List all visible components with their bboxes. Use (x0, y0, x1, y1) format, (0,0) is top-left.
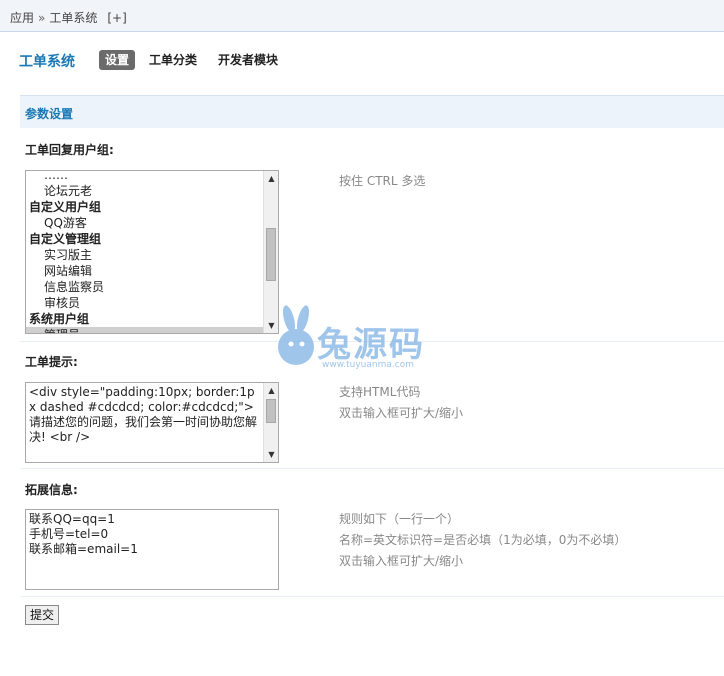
scroll-up-icon[interactable]: ▲ (264, 383, 278, 398)
reply-group-hint: 按住 CTRL 多选 (339, 174, 426, 188)
row-divider (20, 596, 724, 597)
module-nav: 工单系统 设置 工单分类 开发者模块 (0, 48, 724, 74)
list-option[interactable]: …… (26, 171, 264, 183)
breadcrumb-bar: 应用 » 工单系统 [+] (0, 0, 724, 32)
reply-group-select[interactable]: …… 论坛元老 自定义用户组 QQ游客 自定义管理组 实习版主 网站编辑 信息监察员 审核员 系统… (25, 170, 279, 334)
textarea-scrollbar[interactable]: ▲ ▼ (263, 383, 278, 462)
reply-group-label: 工单回复用户组: (25, 143, 114, 157)
row-divider (20, 468, 724, 469)
section-header: 参数设置 (20, 95, 724, 128)
expand-toggle[interactable]: [+] (107, 11, 126, 25)
tab-categories[interactable]: 工单分类 (149, 51, 197, 69)
watermark-brand: 兔源码 (317, 325, 425, 365)
app-title: 工单系统 (19, 54, 75, 70)
extra-info-label: 拓展信息: (25, 483, 78, 497)
option-group-label: 自定义用户组 (29, 200, 102, 214)
tab-settings[interactable]: 设置 (99, 50, 136, 70)
list-option[interactable]: 论坛元老 (26, 183, 264, 199)
watermark-url: www.tuyuanma.com (322, 360, 414, 370)
list-option[interactable]: 审核员 (26, 295, 264, 311)
scroll-down-icon[interactable]: ▼ (264, 447, 278, 462)
notice-label: 工单提示: (25, 355, 78, 369)
extra-info-textarea[interactable]: 联系QQ=qq=1 手机号=tel=0 联系邮箱=email=1 (25, 509, 279, 590)
notice-textarea[interactable]: <div style="padding:10px; border:1px das… (25, 382, 279, 463)
submit-button[interactable]: 提交 (25, 605, 59, 625)
notice-hint-resize: 双击输入框可扩大/缩小 (339, 406, 464, 420)
notice-text: <div style="padding:10px; border:1px das… (29, 385, 258, 444)
extra-hint-rules: 规则如下（一行一个） (339, 512, 460, 526)
option-group-label: 系统用户组 (29, 312, 90, 326)
list-option[interactable]: 网站编辑 (26, 263, 264, 279)
extra-hint-format: 名称=英文标识符=是否必填（1为必填，0为不必填） (339, 533, 627, 547)
list-option[interactable]: 实习版主 (26, 247, 264, 263)
tab-developer-module[interactable]: 开发者模块 (218, 51, 278, 69)
scroll-thumb[interactable] (266, 399, 276, 423)
list-option[interactable]: QQ游客 (26, 215, 264, 231)
list-option[interactable]: 信息监察员 (26, 279, 264, 295)
breadcrumb-separator: » (38, 11, 46, 25)
breadcrumb-root[interactable]: 应用 (10, 11, 34, 25)
breadcrumb-current: 工单系统 (49, 11, 98, 25)
watermark-logo: 兔源码 www.tuyuanma.com (272, 305, 457, 375)
extra-hint-resize: 双击输入框可扩大/缩小 (339, 554, 464, 568)
breadcrumb: 应用 » 工单系统 [+] (10, 9, 127, 26)
section-title: 参数设置 (25, 107, 74, 121)
list-option[interactable]: 管理员 (26, 327, 264, 333)
extra-info-text: 联系QQ=qq=1 手机号=tel=0 联系邮箱=email=1 (29, 512, 138, 556)
notice-hint-html: 支持HTML代码 (339, 385, 421, 399)
option-group-label: 自定义管理组 (29, 232, 102, 246)
reply-group-options: …… 论坛元老 自定义用户组 QQ游客 自定义管理组 实习版主 网站编辑 信息监察员 审核员 系统… (26, 171, 264, 333)
scroll-thumb[interactable] (266, 228, 276, 281)
scroll-up-icon[interactable]: ▲ (264, 171, 278, 186)
